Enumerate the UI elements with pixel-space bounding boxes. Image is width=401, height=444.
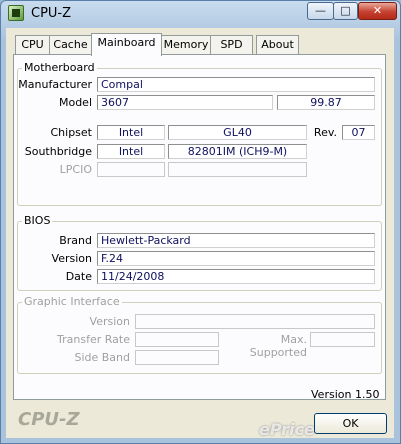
close-button[interactable]: ✕ <box>358 2 397 20</box>
graphic-interface-legend: Graphic Interface <box>22 295 122 308</box>
dialog-client: CPU Cache Mainboard Memory SPD About Mot… <box>6 28 394 439</box>
mainboard-panel: Motherboard Manufacturer Compal Model 36… <box>13 54 386 400</box>
model-field: 3607 <box>97 95 273 110</box>
graphic-version-field <box>135 314 375 329</box>
tab-about[interactable]: About <box>256 35 299 55</box>
title-bar[interactable]: CPU-Z — □ ✕ <box>1 1 400 27</box>
chipset-label: Chipset <box>50 126 92 139</box>
cpuz-window: CPU-Z — □ ✕ CPU Cache Mainboard Memory S… <box>0 0 401 444</box>
graphic-version-label: Version <box>89 315 130 328</box>
transfer-rate-field <box>135 332 219 347</box>
tab-cache[interactable]: Cache <box>49 35 92 55</box>
version-text: Version 1.50 <box>311 388 380 401</box>
bios-version-label: Version <box>51 252 92 265</box>
manufacturer-label: Manufacturer <box>18 78 92 91</box>
tab-spd[interactable]: SPD <box>210 35 253 55</box>
window-title: CPU-Z <box>31 6 72 21</box>
tab-mainboard[interactable]: Mainboard <box>91 33 162 56</box>
tab-memory[interactable]: Memory <box>161 35 211 55</box>
rev-label: Rev. <box>313 126 337 139</box>
graphic-interface-group: Graphic Interface Version Transfer Rate … <box>17 295 382 374</box>
lpcio-name-field <box>168 162 307 177</box>
max-supported-label: Max. Supported <box>249 333 307 359</box>
side-band-label: Side Band <box>74 351 130 364</box>
eprice-watermark: ePrice <box>259 420 315 439</box>
bios-brand-label: Brand <box>59 234 92 247</box>
bios-date-label: Date <box>65 270 92 283</box>
ok-button[interactable]: OK <box>314 413 387 434</box>
lpcio-label: LPCIO <box>59 163 92 176</box>
manufacturer-field: Compal <box>97 77 375 92</box>
bios-group: BIOS Brand Hewlett-Packard Version F.24 … <box>17 214 382 291</box>
model-revision-field: 99.87 <box>277 95 375 110</box>
cpuz-app-icon <box>8 5 24 21</box>
rev-field: 07 <box>342 125 375 140</box>
bios-version-field: F.24 <box>97 251 375 266</box>
southbridge-vendor-field: Intel <box>97 144 165 159</box>
bios-legend: BIOS <box>22 214 53 227</box>
chipset-name-field: GL40 <box>168 125 307 140</box>
tab-cpu[interactable]: CPU <box>15 35 50 55</box>
southbridge-label: Southbridge <box>24 145 92 158</box>
southbridge-name-field: 82801IM (ICH9-M) <box>168 144 307 159</box>
bios-date-field: 11/24/2008 <box>97 269 375 284</box>
max-supported-field <box>310 332 375 347</box>
side-band-field <box>135 350 219 365</box>
lpcio-vendor-field <box>97 162 165 177</box>
bios-brand-field: Hewlett-Packard <box>97 233 375 248</box>
motherboard-legend: Motherboard <box>22 61 97 74</box>
motherboard-group: Motherboard Manufacturer Compal Model 36… <box>17 61 382 206</box>
transfer-rate-label: Transfer Rate <box>57 333 130 346</box>
chipset-vendor-field: Intel <box>97 125 165 140</box>
minimize-button[interactable]: — <box>307 2 334 20</box>
cpuz-brand-logo: CPU-Z <box>18 409 80 430</box>
maximize-button[interactable]: □ <box>333 2 358 20</box>
model-label: Model <box>58 96 92 109</box>
